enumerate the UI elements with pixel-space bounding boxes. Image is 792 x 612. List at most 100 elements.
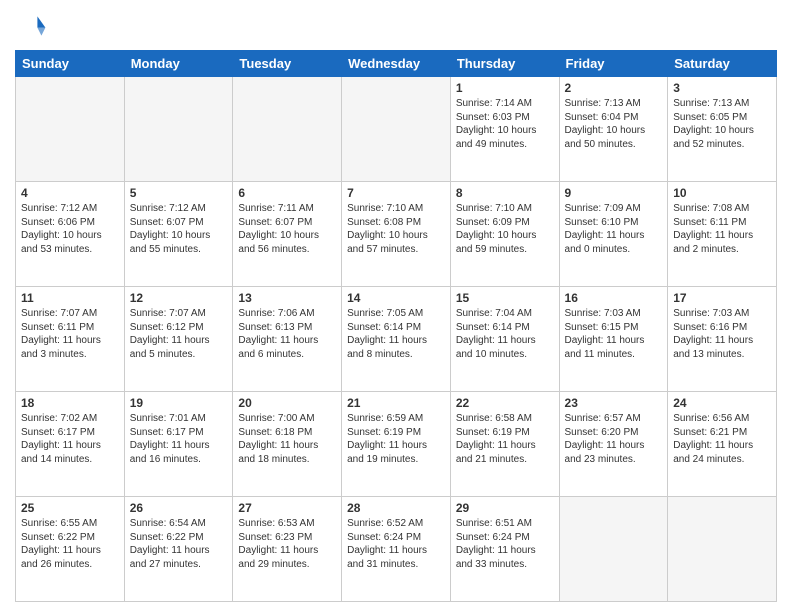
day-number: 29 — [456, 501, 554, 515]
calendar-day — [124, 77, 233, 182]
calendar-day: 23Sunrise: 6:57 AM Sunset: 6:20 PM Dayli… — [559, 392, 668, 497]
weekday-header-cell: Saturday — [668, 51, 777, 77]
day-info: Sunrise: 7:10 AM Sunset: 6:09 PM Dayligh… — [456, 202, 554, 256]
day-info: Sunrise: 7:08 AM Sunset: 6:11 PM Dayligh… — [673, 202, 771, 256]
logo — [15, 10, 51, 42]
calendar-week: 18 Sunrise: 7:02 AM Sunset: 6:17 PM Dayli… — [16, 392, 777, 497]
day-number: 12 — [130, 291, 228, 305]
day-info: Sunrise: 7:09 AM Sunset: 6:10 PM Dayligh… — [565, 202, 663, 256]
calendar-day: 24 Sunrise: 6:56 AM Sunset: 6:21 PM Dayli… — [668, 392, 777, 497]
day-number: 14 — [347, 291, 445, 305]
calendar-week: 1 Sunrise: 7:14 AM Sunset: 6:03 PM Daylig… — [16, 77, 777, 182]
day-info: Sunrise: 7:05 AM Sunset: 6:14 PM Dayligh… — [347, 307, 445, 361]
calendar-day — [16, 77, 125, 182]
day-info: Sunrise: 7:07 AM Sunset: 6:12 PM Dayligh… — [130, 307, 228, 361]
page: SundayMondayTuesdayWednesdayThursdayFrid… — [0, 0, 792, 612]
day-number: 13 — [238, 291, 336, 305]
day-info: Sunrise: 7:10 AM Sunset: 6:08 PM Dayligh… — [347, 202, 445, 256]
calendar-body: 1 Sunrise: 7:14 AM Sunset: 6:03 PM Daylig… — [16, 77, 777, 602]
header — [15, 10, 777, 42]
day-number: 5 — [130, 186, 228, 200]
weekday-header-cell: Thursday — [450, 51, 559, 77]
calendar-day: 2 Sunrise: 7:13 AM Sunset: 6:04 PM Daylig… — [559, 77, 668, 182]
day-number: 25 — [21, 501, 119, 515]
day-number: 3 — [673, 81, 771, 95]
day-number: 27 — [238, 501, 336, 515]
day-number: 16 — [565, 291, 663, 305]
day-info: Sunrise: 6:51 AM Sunset: 6:24 PM Dayligh… — [456, 517, 554, 571]
calendar-day: 10 Sunrise: 7:08 AM Sunset: 6:11 PM Dayli… — [668, 182, 777, 287]
calendar-day: 17 Sunrise: 7:03 AM Sunset: 6:16 PM Dayli… — [668, 287, 777, 392]
calendar-day: 8 Sunrise: 7:10 AM Sunset: 6:09 PM Daylig… — [450, 182, 559, 287]
calendar-day: 13 Sunrise: 7:06 AM Sunset: 6:13 PM Dayli… — [233, 287, 342, 392]
calendar-day: 6Sunrise: 7:11 AM Sunset: 6:07 PM Daylig… — [233, 182, 342, 287]
day-number: 15 — [456, 291, 554, 305]
day-info: Sunrise: 7:03 AM Sunset: 6:16 PM Dayligh… — [673, 307, 771, 361]
calendar-day — [233, 77, 342, 182]
day-number: 21 — [347, 396, 445, 410]
calendar-day — [559, 497, 668, 602]
calendar-day: 3 Sunrise: 7:13 AM Sunset: 6:05 PM Daylig… — [668, 77, 777, 182]
logo-icon — [15, 10, 47, 42]
calendar-day: 5 Sunrise: 7:12 AM Sunset: 6:07 PM Daylig… — [124, 182, 233, 287]
calendar-day: 12 Sunrise: 7:07 AM Sunset: 6:12 PM Dayli… — [124, 287, 233, 392]
day-number: 20 — [238, 396, 336, 410]
calendar-week: 11 Sunrise: 7:07 AM Sunset: 6:11 PM Dayli… — [16, 287, 777, 392]
weekday-header-cell: Sunday — [16, 51, 125, 77]
day-number: 2 — [565, 81, 663, 95]
day-info: Sunrise: 6:56 AM Sunset: 6:21 PM Dayligh… — [673, 412, 771, 466]
weekday-header-cell: Friday — [559, 51, 668, 77]
day-number: 24 — [673, 396, 771, 410]
day-number: 1 — [456, 81, 554, 95]
day-info: Sunrise: 7:00 AM Sunset: 6:18 PM Dayligh… — [238, 412, 336, 466]
day-number: 28 — [347, 501, 445, 515]
day-info: Sunrise: 7:04 AM Sunset: 6:14 PM Dayligh… — [456, 307, 554, 361]
day-info: Sunrise: 6:54 AM Sunset: 6:22 PM Dayligh… — [130, 517, 228, 571]
calendar-day: 1 Sunrise: 7:14 AM Sunset: 6:03 PM Daylig… — [450, 77, 559, 182]
day-number: 19 — [130, 396, 228, 410]
day-number: 11 — [21, 291, 119, 305]
calendar-day: 16Sunrise: 7:03 AM Sunset: 6:15 PM Dayli… — [559, 287, 668, 392]
day-number: 8 — [456, 186, 554, 200]
calendar-day: 20 Sunrise: 7:00 AM Sunset: 6:18 PM Dayli… — [233, 392, 342, 497]
calendar-week: 25Sunrise: 6:55 AM Sunset: 6:22 PM Dayli… — [16, 497, 777, 602]
day-info: Sunrise: 7:01 AM Sunset: 6:17 PM Dayligh… — [130, 412, 228, 466]
day-info: Sunrise: 6:59 AM Sunset: 6:19 PM Dayligh… — [347, 412, 445, 466]
day-number: 18 — [21, 396, 119, 410]
day-number: 22 — [456, 396, 554, 410]
calendar-week: 4Sunrise: 7:12 AM Sunset: 6:06 PM Daylig… — [16, 182, 777, 287]
day-info: Sunrise: 7:12 AM Sunset: 6:07 PM Dayligh… — [130, 202, 228, 256]
day-info: Sunrise: 7:07 AM Sunset: 6:11 PM Dayligh… — [21, 307, 119, 361]
day-info: Sunrise: 7:13 AM Sunset: 6:04 PM Dayligh… — [565, 97, 663, 151]
calendar-day: 21 Sunrise: 6:59 AM Sunset: 6:19 PM Dayli… — [342, 392, 451, 497]
day-number: 4 — [21, 186, 119, 200]
weekday-header-cell: Wednesday — [342, 51, 451, 77]
day-number: 10 — [673, 186, 771, 200]
calendar-day: 18 Sunrise: 7:02 AM Sunset: 6:17 PM Dayli… — [16, 392, 125, 497]
calendar-day — [668, 497, 777, 602]
calendar-day: 4Sunrise: 7:12 AM Sunset: 6:06 PM Daylig… — [16, 182, 125, 287]
calendar-day: 28 Sunrise: 6:52 AM Sunset: 6:24 PM Dayli… — [342, 497, 451, 602]
day-number: 9 — [565, 186, 663, 200]
day-number: 7 — [347, 186, 445, 200]
calendar-day: 19 Sunrise: 7:01 AM Sunset: 6:17 PM Dayli… — [124, 392, 233, 497]
day-info: Sunrise: 7:06 AM Sunset: 6:13 PM Dayligh… — [238, 307, 336, 361]
calendar-day: 11 Sunrise: 7:07 AM Sunset: 6:11 PM Dayli… — [16, 287, 125, 392]
day-info: Sunrise: 6:58 AM Sunset: 6:19 PM Dayligh… — [456, 412, 554, 466]
day-number: 26 — [130, 501, 228, 515]
day-info: Sunrise: 6:53 AM Sunset: 6:23 PM Dayligh… — [238, 517, 336, 571]
day-info: Sunrise: 7:13 AM Sunset: 6:05 PM Dayligh… — [673, 97, 771, 151]
calendar-day: 14 Sunrise: 7:05 AM Sunset: 6:14 PM Dayli… — [342, 287, 451, 392]
day-info: Sunrise: 7:02 AM Sunset: 6:17 PM Dayligh… — [21, 412, 119, 466]
day-info: Sunrise: 7:14 AM Sunset: 6:03 PM Dayligh… — [456, 97, 554, 151]
calendar-day: 7 Sunrise: 7:10 AM Sunset: 6:08 PM Daylig… — [342, 182, 451, 287]
day-number: 17 — [673, 291, 771, 305]
calendar-day: 27 Sunrise: 6:53 AM Sunset: 6:23 PM Dayli… — [233, 497, 342, 602]
calendar-day — [342, 77, 451, 182]
weekday-header-cell: Tuesday — [233, 51, 342, 77]
weekday-header: SundayMondayTuesdayWednesdayThursdayFrid… — [16, 51, 777, 77]
day-info: Sunrise: 6:52 AM Sunset: 6:24 PM Dayligh… — [347, 517, 445, 571]
calendar-day: 9 Sunrise: 7:09 AM Sunset: 6:10 PM Daylig… — [559, 182, 668, 287]
calendar-day: 26 Sunrise: 6:54 AM Sunset: 6:22 PM Dayli… — [124, 497, 233, 602]
day-info: Sunrise: 7:11 AM Sunset: 6:07 PM Dayligh… — [238, 202, 336, 256]
